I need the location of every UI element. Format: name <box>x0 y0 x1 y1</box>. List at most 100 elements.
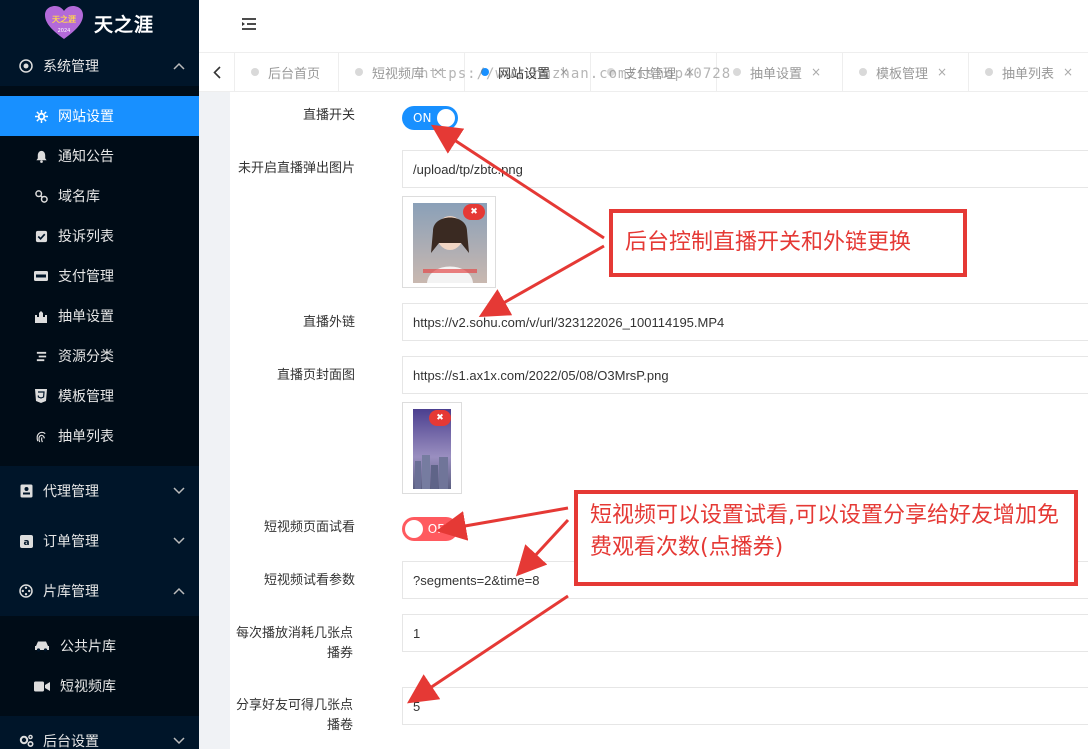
menu-group-backend[interactable]: 后台设置 <box>0 716 199 749</box>
menu-group-order[interactable]: a 订单管理 <box>0 516 199 566</box>
chevron-down-icon <box>173 485 185 497</box>
annotation-text: 后台控制直播开关和外链更换 <box>625 230 912 255</box>
live-switch-toggle[interactable]: ON <box>402 106 458 130</box>
tab-label: 抽单设置 <box>750 66 803 82</box>
sidebar-item-label: 支付管理 <box>58 269 114 285</box>
live-switch-label: 直播开关 <box>302 108 355 123</box>
tab-draw-list[interactable]: 抽单列表 × <box>969 53 1088 91</box>
sidebar: 天之涯 2024 天之涯 系统管理 网站设置 通知公告 域名库 投诉列表 支付管… <box>0 0 199 749</box>
top-header <box>199 0 1088 52</box>
live-cover-image-preview: ✖ <box>402 402 462 494</box>
tab-close-icon[interactable]: × <box>559 65 569 79</box>
sidebar-item-resource-category[interactable]: 资源分类 <box>0 336 199 376</box>
sidebar-item-templates[interactable]: 模板管理 <box>0 376 199 416</box>
tab-dot-icon <box>859 68 867 76</box>
svg-text:a: a <box>23 538 29 548</box>
tab-website-settings[interactable]: 网站设置 × <box>465 53 591 91</box>
cost-label: 每次播放消耗几张点播券 <box>235 626 353 661</box>
tab-home[interactable]: 后台首页 <box>235 53 339 91</box>
tab-label: 后台首页 <box>268 66 321 82</box>
menu-group-label: 订单管理 <box>43 534 99 550</box>
main-content: 直播开关 ON 未开启直播弹出图片 /upload/tp/zbtc.png ✖ <box>199 92 1088 749</box>
tab-short-video-library[interactable]: 短视频库 × <box>339 53 465 91</box>
menu-group-library[interactable]: 片库管理 <box>0 566 199 616</box>
remove-image-icon[interactable]: ✖ <box>429 410 451 426</box>
amazon-icon: a <box>18 533 34 549</box>
link-icon <box>34 189 48 203</box>
trial-switch-label: 短视频页面试看 <box>263 520 355 535</box>
tab-label: 抽单列表 <box>1002 66 1055 82</box>
remove-image-icon[interactable]: ✖ <box>463 204 485 220</box>
live-popup-image-preview: ✖ <box>402 196 496 288</box>
tab-dot-icon <box>251 68 259 76</box>
gear-icon <box>34 109 48 123</box>
sidebar-item-label: 域名库 <box>58 189 100 205</box>
sidebar-item-public-library[interactable]: 公共片库 <box>0 626 199 666</box>
tab-dot-icon <box>355 68 363 76</box>
menu-fold-icon[interactable] <box>241 17 259 33</box>
live-link-label: 直播外链 <box>302 315 355 330</box>
sidebar-item-label: 模板管理 <box>58 389 114 405</box>
sidebar-item-draw-settings[interactable]: 抽单设置 <box>0 296 199 336</box>
sidebar-item-short-video-library[interactable]: 短视频库 <box>0 666 199 706</box>
tab-close-icon[interactable]: × <box>811 65 821 79</box>
tab-label: 模板管理 <box>876 66 929 82</box>
sidebar-item-notice[interactable]: 通知公告 <box>0 136 199 176</box>
logo-badge-text: 天之涯 <box>52 14 76 24</box>
category-icon <box>34 349 48 363</box>
sidebar-item-domains[interactable]: 域名库 <box>0 176 199 216</box>
sidebar-item-payment[interactable]: 支付管理 <box>0 256 199 296</box>
id-card-icon <box>18 483 34 499</box>
live-cover-input[interactable]: https://s1.ax1x.com/2022/05/08/O3MrsP.pn… <box>402 356 1088 394</box>
logo[interactable]: 天之涯 2024 天之涯 <box>0 0 199 46</box>
tab-label: 网站设置 <box>498 66 551 82</box>
annotation-callout-trial: 短视频可以设置试看,可以设置分享给好友增加免费观看次数(点播券) <box>574 490 1078 586</box>
tab-close-icon[interactable]: × <box>937 65 947 79</box>
annotation-callout-live: 后台控制直播开关和外链更换 <box>609 209 967 277</box>
tab-close-icon[interactable]: × <box>433 65 443 79</box>
paypal-icon <box>34 269 48 283</box>
sidebar-item-draw-list[interactable]: 抽单列表 <box>0 416 199 456</box>
trial-switch-toggle[interactable]: OFF <box>402 517 458 541</box>
tab-scroll-left-icon[interactable] <box>199 53 235 91</box>
menu-group-label: 系统管理 <box>43 59 99 75</box>
menu-group-label: 代理管理 <box>43 484 99 500</box>
live-popup-input[interactable]: /upload/tp/zbtc.png <box>402 150 1088 188</box>
menu-group-system[interactable]: 系统管理 <box>0 46 199 86</box>
checkbox-icon <box>34 229 48 243</box>
tab-templates[interactable]: 模板管理 × <box>843 53 969 91</box>
sidebar-item-label: 抽单设置 <box>58 309 114 325</box>
sidebar-item-label: 投诉列表 <box>58 229 114 245</box>
tab-close-icon[interactable]: × <box>685 65 695 79</box>
live-popup-label: 未开启直播弹出图片 <box>237 161 355 176</box>
sidebar-item-complaints[interactable]: 投诉列表 <box>0 216 199 256</box>
menu-group-label: 片库管理 <box>43 584 99 600</box>
menu-group-agent[interactable]: 代理管理 <box>0 466 199 516</box>
target-icon <box>18 58 34 74</box>
menu-group-label: 后台设置 <box>43 734 99 749</box>
sidebar-item-label: 短视频库 <box>60 679 116 695</box>
logo-badge-sub: 2024 <box>58 28 71 34</box>
chevron-up-icon <box>173 585 185 597</box>
switch-text: OFF <box>427 522 451 536</box>
tab-dot-icon <box>733 68 741 76</box>
tab-close-icon[interactable]: × <box>1063 65 1073 79</box>
html5-icon <box>34 389 48 403</box>
sidebar-item-label: 网站设置 <box>58 109 114 125</box>
car-icon <box>34 639 50 653</box>
sidebar-item-website-settings[interactable]: 网站设置 <box>0 96 199 136</box>
tab-label: 短视频库 <box>372 66 425 82</box>
tab-label: 支付管理 <box>624 66 677 82</box>
switch-knob <box>405 520 423 538</box>
live-cover-label: 直播页封面图 <box>276 368 355 383</box>
tab-payment[interactable]: 支付管理 × <box>591 53 717 91</box>
submenu-system: 网站设置 通知公告 域名库 投诉列表 支付管理 抽单设置 资源分类 模板管理 抽… <box>0 86 199 466</box>
tab-bar: 后台首页 短视频库 × 网站设置 × 支付管理 × 抽单设置 × 模板管理 × <box>199 52 1088 92</box>
cost-input[interactable]: 1 <box>402 614 1088 652</box>
share-input[interactable]: 5 <box>402 687 1088 725</box>
tab-draw-settings[interactable]: 抽单设置 × <box>717 53 843 91</box>
chevron-up-icon <box>173 60 185 72</box>
settings-form: 直播开关 ON 未开启直播弹出图片 /upload/tp/zbtc.png ✖ <box>230 92 1088 749</box>
tab-dot-icon <box>481 68 489 76</box>
live-link-input[interactable]: https://v2.sohu.com/v/url/323122026_1001… <box>402 303 1088 341</box>
